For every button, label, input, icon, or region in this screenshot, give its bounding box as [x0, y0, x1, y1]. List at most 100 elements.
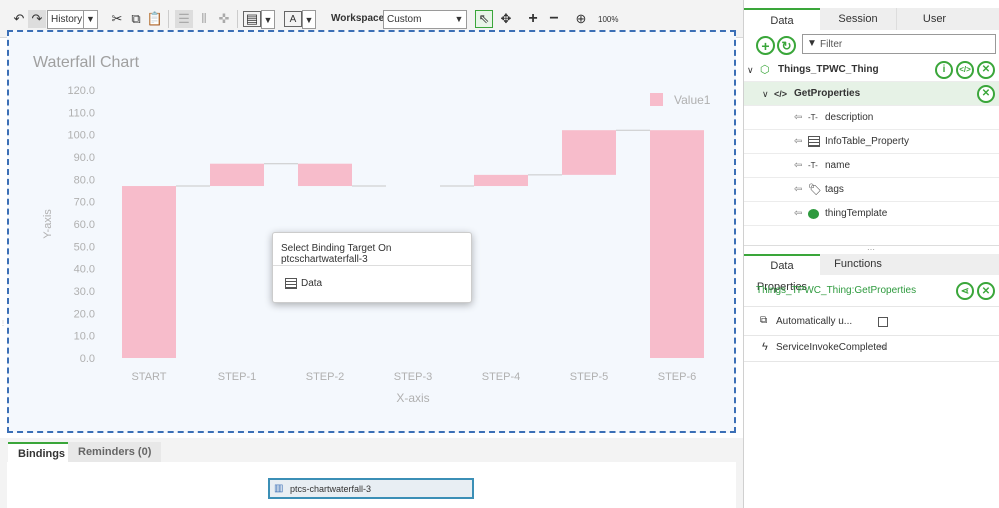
select-cursor-icon[interactable]: ⇖	[475, 10, 493, 28]
workspace-label: Workspace	[331, 13, 385, 24]
font-dropdown[interactable]: ▼	[302, 10, 316, 29]
chart-title: Waterfall Chart	[33, 54, 140, 71]
close-icon[interactable]: ✕	[977, 61, 995, 79]
bind-arrow-icon: ⇦	[794, 136, 803, 147]
tab-session[interactable]: Session	[820, 8, 896, 30]
y-tick-label: 80.0	[74, 174, 95, 186]
service-row[interactable]: ∨ </> GetProperties ✕	[744, 82, 999, 106]
field-row[interactable]: ⇦ 🏷 tags	[744, 178, 999, 202]
waterfall-bar	[474, 174, 528, 187]
y-tick-label: 10.0	[74, 331, 95, 343]
layout-icon[interactable]: ▤	[243, 11, 261, 27]
legend-swatch	[650, 93, 663, 106]
widget-node-label: ptcs-chartwaterfall-3	[290, 484, 372, 494]
table-icon	[285, 278, 297, 289]
waterfall-bar	[210, 163, 264, 187]
share-icon[interactable]: ⋖	[956, 282, 974, 300]
y-tick-label: 30.0	[74, 286, 95, 298]
thing-row[interactable]: ∨ ⬡ Things_TPWC_Thing i </> ✕	[744, 58, 999, 82]
tab-data[interactable]: Data	[744, 8, 820, 30]
font-icon[interactable]: A	[284, 11, 302, 27]
filter-placeholder: Filter	[820, 39, 843, 50]
history-label: History	[51, 14, 83, 25]
copy-icon[interactable]: ⧉	[127, 10, 145, 28]
popup-title: Select Binding Target On ptcschartwaterf…	[281, 243, 392, 265]
bind-arrow-icon: ⇦	[794, 184, 803, 195]
y-axis-label: Y-axis	[42, 209, 54, 239]
history-dropdown[interactable]: History ▼	[47, 10, 98, 29]
lightning-icon: ϟ	[762, 341, 768, 353]
center-icon[interactable]: ✜	[215, 10, 233, 28]
filter-input[interactable]: ▼ Filter	[802, 34, 996, 54]
info-icon[interactable]: i	[935, 61, 953, 79]
text-icon: -T-	[808, 161, 818, 170]
bind-arrow-icon: ⇦	[794, 112, 803, 123]
bind-arrow-icon: ⇦	[794, 208, 803, 219]
tab-user[interactable]: User	[896, 8, 972, 30]
y-tick-label: 50.0	[74, 241, 95, 253]
tab-functions[interactable]: Functions	[822, 254, 894, 275]
y-tick-label: 20.0	[74, 308, 95, 320]
waterfall-bar	[562, 130, 616, 175]
move-icon[interactable]: ✥	[497, 10, 515, 28]
auto-update-label: Automatically u...	[776, 316, 853, 327]
table-icon	[808, 136, 820, 147]
props-title: Things_TPWC_Thing:GetProperties	[756, 285, 917, 296]
paste-icon[interactable]: 📋	[146, 10, 164, 28]
y-tick-label: 100.0	[67, 130, 95, 142]
x-tick-label: STEP-1	[218, 371, 257, 383]
field-row[interactable]: ⇦ -T- name	[744, 154, 999, 178]
bind-arrow-icon: ⇨	[879, 342, 888, 353]
x-tick-label: STEP-6	[658, 371, 697, 383]
x-axis-label: X-axis	[396, 391, 429, 405]
zoom-fit-icon[interactable]: ⊕	[572, 10, 590, 28]
close-icon[interactable]: ✕	[977, 282, 995, 300]
undo-icon[interactable]: ↶	[10, 10, 28, 28]
y-tick-label: 0.0	[80, 353, 95, 365]
right-panel: Data Session User + ↻ ▼ Filter ∨ ⬡ Thing…	[743, 0, 999, 508]
redo-icon[interactable]: ↷	[28, 10, 46, 28]
waterfall-bar	[298, 163, 352, 187]
field-row[interactable]: ⇦ thingTemplate	[744, 202, 999, 226]
field-label: description	[825, 112, 874, 123]
x-tick-label: STEP-5	[570, 371, 609, 383]
binding-target-popup: Select Binding Target On ptcschartwaterf…	[272, 232, 472, 303]
auto-update-checkbox[interactable]	[878, 317, 888, 327]
popup-item-data[interactable]: Data	[301, 278, 322, 289]
workspace-value: Custom	[387, 14, 422, 25]
service-icon: </>	[774, 89, 788, 99]
zoom-in-icon[interactable]: +	[524, 10, 542, 28]
x-tick-label: STEP-4	[482, 371, 521, 383]
workspace-dropdown[interactable]: Custom ▼	[383, 10, 467, 29]
text-icon: -T-	[808, 113, 818, 122]
distribute-icon[interactable]: ⫴	[195, 10, 213, 28]
service-name: GetProperties	[794, 88, 861, 99]
x-tick-label: STEP-3	[394, 371, 433, 383]
field-label: InfoTable_Property	[825, 136, 909, 147]
field-label: name	[825, 160, 851, 171]
field-row[interactable]: ⇦ -T- description	[744, 106, 999, 130]
event-label[interactable]: ServiceInvokeCompleted	[776, 342, 887, 353]
close-icon[interactable]: ✕	[977, 85, 995, 103]
auto-update-icon: ⧉	[760, 315, 768, 326]
add-icon[interactable]: +	[756, 36, 775, 55]
chart-icon: ▥	[274, 483, 284, 494]
waterfall-bar	[122, 186, 176, 358]
chevron-down-icon: ▼	[83, 11, 97, 28]
cut-icon[interactable]: ✂	[108, 10, 126, 28]
layout-dropdown[interactable]: ▼	[261, 10, 275, 29]
tab-reminders[interactable]: Reminders (0)	[68, 442, 162, 462]
field-row[interactable]: ⇦ InfoTable_Property	[744, 130, 999, 154]
y-tick-label: 90.0	[74, 152, 95, 164]
zoom-out-icon[interactable]: −	[545, 10, 563, 28]
field-label: tags	[825, 184, 844, 195]
refresh-icon[interactable]: ↻	[777, 36, 796, 55]
tab-data-properties[interactable]: Data Properties	[744, 254, 820, 293]
legend-label: Value1	[674, 93, 711, 107]
chevron-down-icon: ∨	[747, 65, 754, 75]
y-tick-label: 120.0	[67, 85, 95, 97]
bindings-widget-node[interactable]: ▥ ptcs-chartwaterfall-3	[268, 478, 474, 499]
tab-bindings[interactable]: Bindings	[8, 442, 76, 462]
align-icon[interactable]: ☰	[175, 10, 193, 28]
code-icon[interactable]: </>	[956, 61, 974, 79]
